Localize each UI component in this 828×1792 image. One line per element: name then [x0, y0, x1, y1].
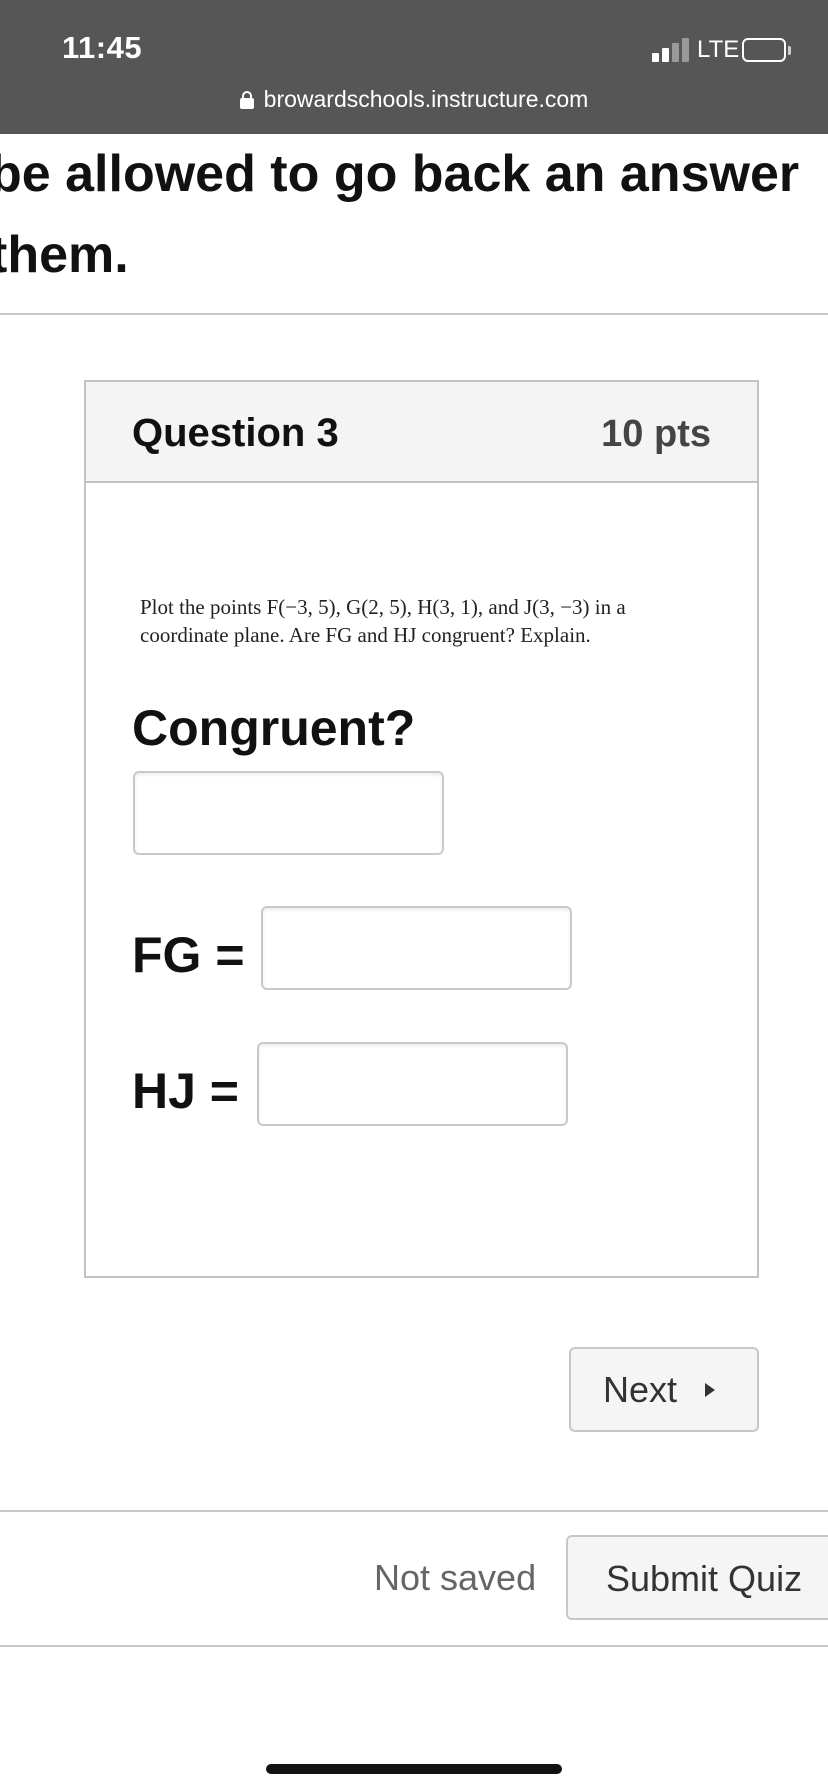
caret-right-icon [705, 1383, 715, 1397]
hj-input[interactable] [257, 1042, 568, 1126]
problem-text: Plot the points F(−3, 5), G(2, 5), H(3, … [140, 593, 720, 649]
instructions-line-2: them. [0, 226, 129, 284]
quiz-instructions: be allowed to go back an answer them. [0, 134, 828, 296]
clock: 11:45 [62, 30, 143, 65]
battery-icon [742, 38, 786, 62]
home-indicator[interactable] [266, 1764, 562, 1774]
instructions-line-1: be allowed to go back an answer [0, 145, 800, 203]
address-bar[interactable]: browardschools.instructure.com [0, 86, 828, 113]
divider [0, 1645, 828, 1647]
network-type: LTE [697, 36, 740, 63]
fg-input[interactable] [261, 906, 572, 990]
question-card: Question 3 10 pts Plot the points F(−3, … [84, 380, 759, 1278]
divider [0, 313, 828, 315]
divider [0, 1510, 828, 1512]
save-status: Not saved [374, 1557, 537, 1598]
question-title: Question 3 [132, 411, 339, 455]
lock-icon [239, 91, 254, 109]
cellular-signal-icon [652, 38, 690, 62]
battery-tip [788, 46, 791, 55]
fg-label: FG = [132, 927, 245, 983]
congruent-input[interactable] [133, 771, 444, 855]
submit-quiz-button[interactable]: Submit Quiz [566, 1535, 828, 1620]
url-text: browardschools.instructure.com [263, 86, 589, 112]
quiz-page: 11:45 LTE browardschools.instructure.com… [0, 0, 828, 1792]
submit-quiz-label: Submit Quiz [606, 1558, 803, 1599]
question-header: Question 3 10 pts [86, 382, 757, 483]
problem-text-line-2: coordinate plane. Are FG and HJ congruen… [140, 623, 591, 647]
question-points: 10 pts [601, 413, 711, 455]
next-button-label: Next [603, 1369, 678, 1410]
problem-text-line-1: Plot the points F(−3, 5), G(2, 5), H(3, … [140, 595, 626, 619]
next-button[interactable]: Next [569, 1347, 759, 1432]
status-bar: 11:45 LTE browardschools.instructure.com [0, 0, 828, 134]
hj-label: HJ = [132, 1063, 240, 1119]
congruent-label: Congruent? [132, 700, 416, 756]
